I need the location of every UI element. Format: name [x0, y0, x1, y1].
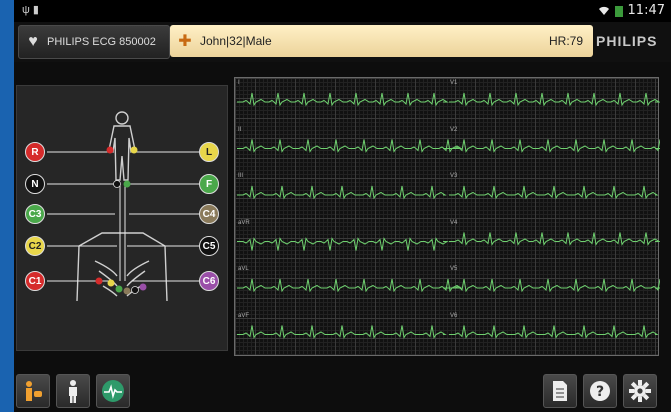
ecg-trace-ii [237, 139, 463, 153]
heart-rate: HR:79 [548, 34, 583, 48]
lead-label-iii: III [238, 173, 244, 179]
electrode-c1[interactable]: C1 [25, 271, 45, 291]
brand-logo: PHILIPS [596, 33, 658, 49]
lead-label-v1: V1 [450, 80, 458, 86]
wifi-icon [598, 6, 609, 15]
svg-text:?: ? [596, 384, 604, 400]
report-button[interactable] [543, 374, 577, 408]
patient-details: John|32|Male [200, 34, 272, 48]
electrode-c4[interactable]: C4 [199, 204, 219, 224]
lead-label-v6: V6 [450, 312, 458, 319]
usb-icon: ψ [22, 4, 30, 16]
lead-label-v5: V5 [450, 266, 458, 272]
status-left: ψ ▮ [22, 3, 39, 16]
ecg-trace-v5 [449, 278, 660, 293]
ecg-trace-i [237, 92, 449, 107]
electrode-c6[interactable]: C6 [199, 271, 219, 291]
device-name: PHILIPS ECG 850002 [47, 36, 156, 48]
electrode-n[interactable]: N [25, 174, 45, 194]
lead-label-v4: V4 [450, 219, 458, 226]
ecg-trace-v4 [449, 232, 660, 246]
lead-label-i: I [238, 80, 240, 86]
ecg-waveform-grid: I II III aVR aVL aVF V1 V2 V3 V4 V5 V6 [234, 77, 660, 356]
header-bar: ♥ PHILIPS ECG 850002 ✚ John|32|Male HR:7… [14, 22, 671, 62]
electrode-c5[interactable]: C5 [199, 236, 219, 256]
ecg-trace-avr [237, 237, 449, 251]
person-button[interactable] [56, 374, 90, 408]
help-icon: ? [590, 381, 610, 401]
ecg-trace-v6 [449, 325, 659, 339]
ecg-trace-avl [237, 278, 463, 293]
ecg-trace-v3 [449, 185, 659, 200]
lead-label-avl: aVL [238, 266, 249, 272]
ecg-trace-v1 [449, 92, 660, 107]
person-icon [69, 380, 77, 403]
patient-button[interactable] [16, 374, 50, 408]
device-selector[interactable]: ♥ PHILIPS ECG 850002 [18, 25, 170, 59]
lead-label-avr: aVR [238, 219, 250, 226]
clock: 11:47 [627, 3, 665, 18]
electrode-c3[interactable]: C3 [25, 204, 45, 224]
lead-label-v2: V2 [450, 126, 458, 133]
electrode-placement-panel: R N C3 C2 C1 L F C4 C5 C6 [16, 85, 228, 351]
signal-icon [614, 5, 623, 17]
report-icon [553, 381, 567, 401]
ecg-button[interactable] [96, 374, 130, 408]
ecg-traces [237, 92, 660, 339]
ecg-trace-v2 [449, 139, 660, 153]
settings-button[interactable] [623, 374, 657, 408]
tablet-screen: ψ ▮ 11:47 ♥ PHILIPS ECG 850002 ✚ John|32… [14, 0, 671, 412]
electrode-l[interactable]: L [199, 142, 219, 162]
patient-icon [26, 381, 42, 401]
patient-icon: ✚ [178, 33, 192, 50]
ecg-trace-iii [237, 185, 447, 200]
heart-icon: ♥ [28, 33, 38, 50]
status-right: 11:47 [598, 3, 665, 18]
gear-icon [629, 380, 651, 402]
lead-label-v3: V3 [450, 173, 458, 179]
help-button[interactable]: ? [583, 374, 617, 408]
electrode-r[interactable]: R [25, 142, 45, 162]
lead-label-ii: II [238, 126, 242, 133]
battery-icon: ▮ [32, 4, 39, 16]
placement-diagram [47, 111, 202, 302]
electrode-f[interactable]: F [199, 174, 219, 194]
ecg-trace-avf [237, 325, 447, 339]
status-bar: ψ ▮ 11:47 [14, 0, 671, 22]
patient-info-bar[interactable]: ✚ John|32|Male HR:79 [170, 25, 593, 57]
ecg-icon [102, 380, 124, 402]
lead-label-avf: aVF [238, 312, 250, 319]
electrode-c2[interactable]: C2 [25, 236, 45, 256]
